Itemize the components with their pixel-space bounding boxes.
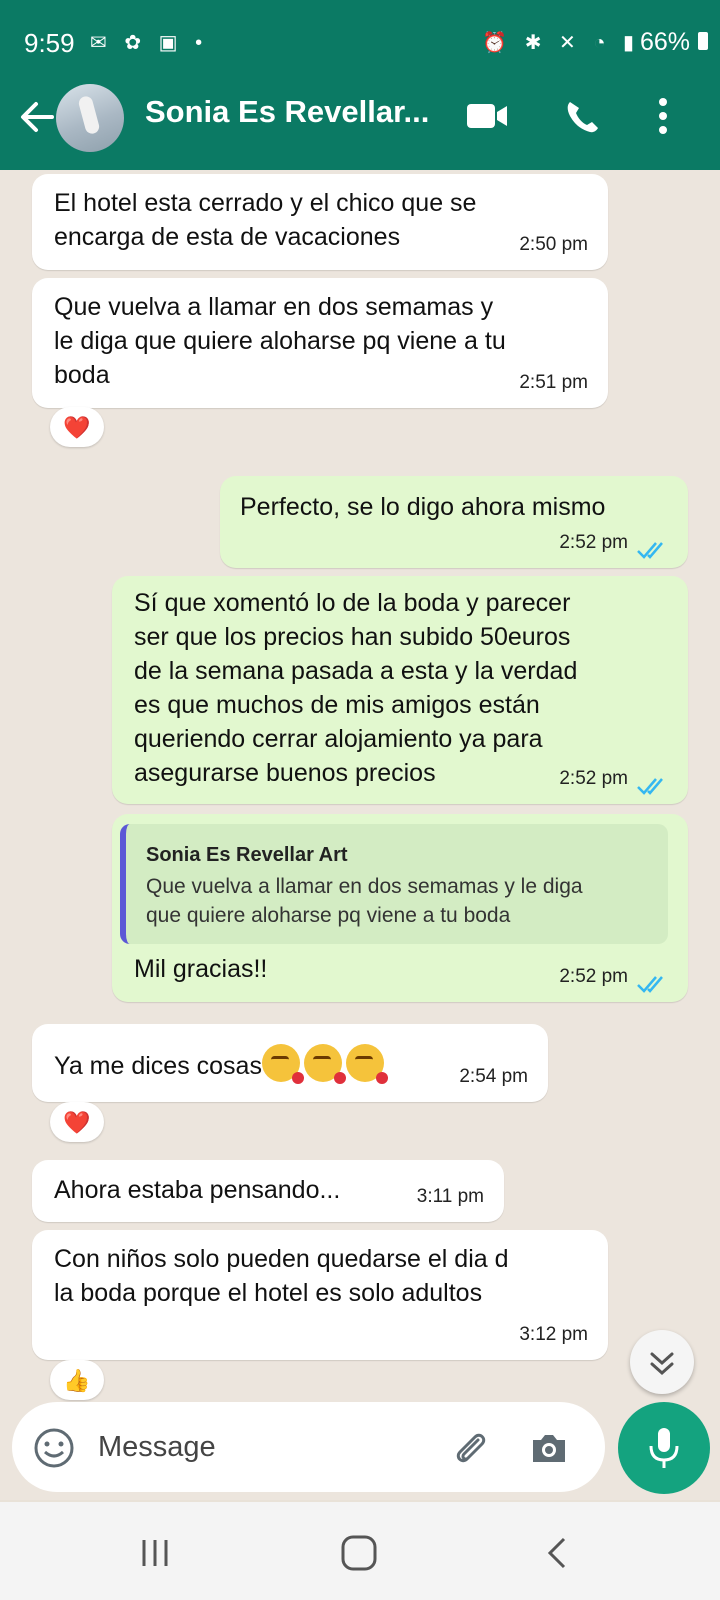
- outgoing-reply-message[interactable]: Sonia Es Revellar Art Que vuelva a llama…: [112, 814, 688, 1002]
- microphone-icon: [649, 1428, 679, 1468]
- incoming-message[interactable]: Con niños solo pueden quedarse el dia d …: [32, 1230, 608, 1360]
- message-text: Que vuelva a llamar en dos semamas y le …: [54, 293, 506, 389]
- kiss-emoji-icon: [261, 1044, 304, 1084]
- message-text: El hotel esta cerrado y el chico que se …: [54, 189, 477, 251]
- voice-message-button[interactable]: [618, 1402, 710, 1494]
- quoted-author: Sonia Es Revellar Art: [146, 844, 348, 866]
- incoming-message[interactable]: Ya me dices cosas 2:54 pm: [32, 1024, 548, 1102]
- camera-icon[interactable]: [527, 1426, 571, 1470]
- message-time: 3:12 pm: [519, 1324, 588, 1345]
- status-bar: 9:59 ✉ ✿ ▣ • ⏰ ✱ ✕ ◔ ▮ 66%: [0, 0, 720, 84]
- scroll-to-bottom-button[interactable]: [630, 1330, 694, 1394]
- incoming-message[interactable]: Que vuelva a llamar en dos semamas y le …: [32, 278, 608, 408]
- message-time: 2:50 pm: [519, 234, 588, 255]
- kiss-emoji-icon: [345, 1044, 388, 1084]
- message-text: Ya me dices cosas: [54, 1052, 262, 1080]
- thumbs-up-reaction[interactable]: 👍: [50, 1360, 104, 1400]
- message-input[interactable]: [96, 1422, 430, 1472]
- kiss-emoji-icon: [303, 1044, 346, 1084]
- double-chevron-down-icon: [650, 1352, 674, 1376]
- message-text: Mil gracias!!: [134, 955, 268, 983]
- message-text: Sí que xomentó lo de la boda y parecer s…: [134, 589, 578, 787]
- battery-icon: [698, 32, 708, 50]
- message-time: 2:52 pm: [559, 966, 628, 987]
- back-nav-icon[interactable]: [544, 1536, 570, 1570]
- system-nav-bar: [0, 1502, 720, 1600]
- message-text: Ahora estaba pensando...: [54, 1176, 341, 1204]
- read-ticks-icon: [637, 976, 663, 993]
- back-arrow-icon[interactable]: [14, 94, 60, 140]
- message-composer: [12, 1402, 605, 1492]
- home-icon[interactable]: [340, 1534, 378, 1572]
- message-time: 2:51 pm: [519, 372, 588, 393]
- message-text-with-emoji: Ya me dices cosas: [54, 1044, 388, 1084]
- heart-reaction[interactable]: ❤️: [50, 407, 104, 447]
- quoted-text: Que vuelva a llamar en dos semamas y le …: [146, 875, 583, 927]
- contact-avatar[interactable]: [56, 84, 124, 152]
- emoji-icon[interactable]: [32, 1426, 76, 1470]
- app-header: 9:59 ✉ ✿ ▣ • ⏰ ✱ ✕ ◔ ▮ 66% Sonia Es Reve…: [0, 0, 720, 170]
- attach-icon[interactable]: [448, 1426, 492, 1470]
- system-icons: ⏰ ✱ ✕ ◔ ▮: [482, 32, 640, 54]
- message-time: 3:11 pm: [416, 1186, 484, 1207]
- quoted-message[interactable]: Sonia Es Revellar Art Que vuelva a llama…: [120, 824, 668, 944]
- contact-name[interactable]: Sonia Es Revellar...: [145, 94, 429, 130]
- incoming-message[interactable]: Ahora estaba pensando... 3:11 pm: [32, 1160, 504, 1222]
- chat-app-bar: Sonia Es Revellar...: [0, 84, 720, 170]
- status-time: 9:59: [24, 28, 75, 58]
- read-ticks-icon: [637, 778, 663, 795]
- read-ticks-icon: [637, 542, 663, 559]
- battery-level: 66%: [639, 28, 690, 56]
- outgoing-message[interactable]: Sí que xomentó lo de la boda y parecer s…: [112, 576, 688, 804]
- notification-icons: ✉ ✿ ▣ •: [90, 32, 209, 54]
- message-text: Perfecto, se lo digo ahora mismo: [240, 493, 606, 521]
- voice-call-icon[interactable]: [560, 96, 606, 136]
- more-options-icon[interactable]: [640, 96, 686, 136]
- message-text: Con niños solo pueden quedarse el dia d …: [54, 1245, 509, 1307]
- recent-apps-icon[interactable]: [138, 1538, 172, 1568]
- message-time: 2:52 pm: [559, 532, 628, 553]
- heart-reaction[interactable]: ❤️: [50, 1102, 104, 1142]
- message-time: 2:54 pm: [459, 1066, 528, 1087]
- message-time: 2:52 pm: [559, 768, 628, 789]
- outgoing-message[interactable]: Perfecto, se lo digo ahora mismo 2:52 pm: [220, 476, 688, 568]
- incoming-message[interactable]: El hotel esta cerrado y el chico que se …: [32, 174, 608, 270]
- video-call-icon[interactable]: [465, 96, 511, 136]
